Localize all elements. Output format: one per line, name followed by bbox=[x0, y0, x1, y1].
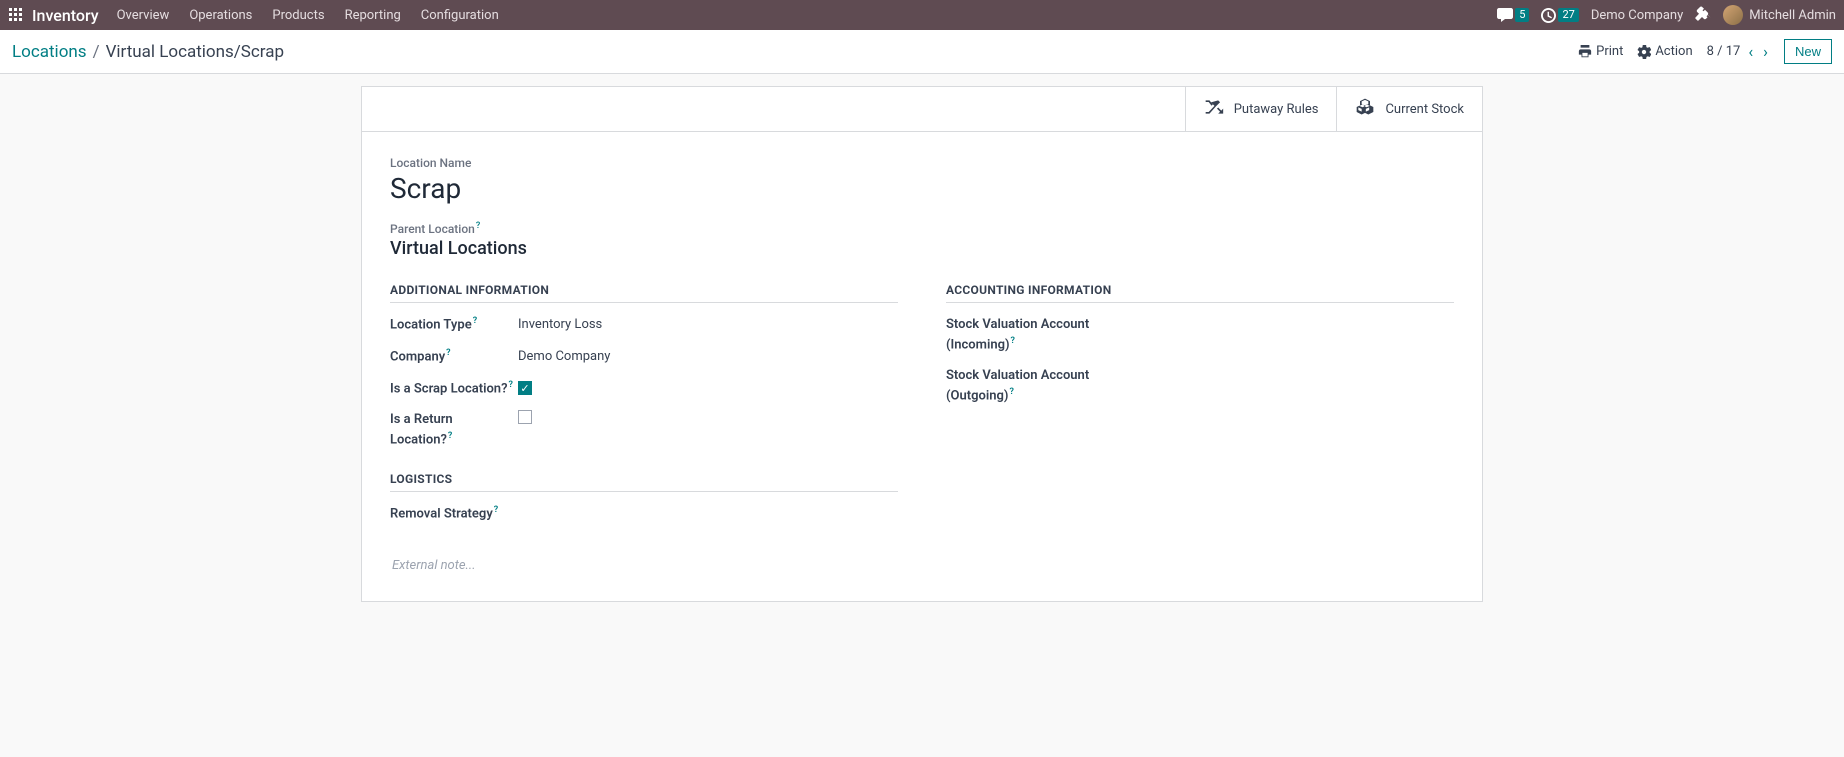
parent-label: Parent Location? bbox=[390, 221, 1454, 236]
right-column: ACCOUNTING INFORMATION Stock Valuation A… bbox=[946, 283, 1454, 536]
apps-icon[interactable] bbox=[8, 7, 24, 23]
valuation-in-label: Stock Valuation Account (Incoming)? bbox=[946, 315, 1156, 354]
field-removal-strategy: Removal Strategy? bbox=[390, 504, 898, 524]
breadcrumb-separator: / bbox=[93, 42, 100, 62]
form-body: Location Name Scrap Parent Location? Vir… bbox=[362, 132, 1482, 601]
left-column: ADDITIONAL INFORMATION Location Type? In… bbox=[390, 283, 898, 536]
pager-text[interactable]: 8 / 17 bbox=[1707, 44, 1741, 59]
form-columns: ADDITIONAL INFORMATION Location Type? In… bbox=[390, 283, 1454, 536]
help-icon[interactable]: ? bbox=[448, 431, 452, 441]
name-label: Location Name bbox=[390, 156, 1454, 170]
company-switcher[interactable]: Demo Company bbox=[1591, 8, 1683, 23]
nav-reporting[interactable]: Reporting bbox=[345, 8, 401, 23]
valuation-out-label: Stock Valuation Account (Outgoing)? bbox=[946, 366, 1156, 405]
breadcrumb: Locations / Virtual Locations/Scrap bbox=[12, 42, 284, 62]
help-icon[interactable]: ? bbox=[473, 316, 477, 326]
activities-button[interactable]: 27 bbox=[1541, 8, 1578, 23]
nav-menu: Overview Operations Products Reporting C… bbox=[117, 8, 499, 23]
help-icon[interactable]: ? bbox=[494, 505, 498, 515]
action-label: Action bbox=[1655, 44, 1692, 59]
pager: 8 / 17 ‹ › bbox=[1707, 42, 1770, 61]
shuffle-icon bbox=[1204, 97, 1224, 121]
putaway-rules-button[interactable]: Putaway Rules bbox=[1185, 87, 1337, 131]
help-icon[interactable]: ? bbox=[1011, 336, 1015, 346]
help-icon[interactable]: ? bbox=[508, 380, 512, 390]
nav-configuration[interactable]: Configuration bbox=[421, 8, 499, 23]
return-checkbox[interactable] bbox=[518, 410, 532, 424]
stat-buttons: Putaway Rules Current Stock bbox=[362, 87, 1482, 132]
messages-count: 5 bbox=[1515, 8, 1529, 22]
user-name: Mitchell Admin bbox=[1749, 8, 1836, 23]
pager-prev[interactable]: ‹ bbox=[1746, 42, 1755, 61]
help-icon[interactable]: ? bbox=[446, 348, 450, 358]
external-note-field[interactable]: External note... bbox=[390, 554, 1454, 577]
topbar: Inventory Overview Operations Products R… bbox=[0, 0, 1844, 30]
location-type-value[interactable]: Inventory Loss bbox=[518, 315, 602, 335]
debug-icon[interactable] bbox=[1695, 5, 1711, 25]
section-accounting: ACCOUNTING INFORMATION bbox=[946, 283, 1454, 303]
nav-operations[interactable]: Operations bbox=[189, 8, 252, 23]
breadcrumb-current: Virtual Locations/Scrap bbox=[106, 42, 284, 62]
field-scrap: Is a Scrap Location?? bbox=[390, 379, 898, 399]
new-button[interactable]: New bbox=[1784, 39, 1832, 64]
avatar bbox=[1723, 5, 1743, 25]
main-content: Putaway Rules Current Stock Location Nam… bbox=[0, 74, 1844, 614]
section-additional: ADDITIONAL INFORMATION bbox=[390, 283, 898, 303]
control-panel: Locations / Virtual Locations/Scrap Prin… bbox=[0, 30, 1844, 74]
section-logistics: LOGISTICS bbox=[390, 472, 898, 492]
nav-products[interactable]: Products bbox=[272, 8, 324, 23]
return-label: Is a Return Location?? bbox=[390, 410, 518, 449]
parent-location-field[interactable]: Virtual Locations bbox=[390, 238, 1454, 259]
brand-name[interactable]: Inventory bbox=[32, 6, 99, 25]
company-label: Company? bbox=[390, 347, 518, 367]
nav-overview[interactable]: Overview bbox=[117, 8, 170, 23]
breadcrumb-parent[interactable]: Locations bbox=[12, 42, 87, 62]
activities-count: 27 bbox=[1558, 8, 1578, 22]
scrap-checkbox[interactable] bbox=[518, 381, 532, 395]
location-type-label: Location Type? bbox=[390, 315, 518, 335]
field-valuation-in: Stock Valuation Account (Incoming)? bbox=[946, 315, 1454, 354]
cubes-icon bbox=[1355, 97, 1375, 121]
location-name-field[interactable]: Scrap bbox=[390, 172, 1454, 205]
field-return: Is a Return Location?? bbox=[390, 410, 898, 449]
print-label: Print bbox=[1596, 44, 1623, 59]
action-button[interactable]: Action bbox=[1637, 44, 1692, 59]
pager-next[interactable]: › bbox=[1761, 42, 1770, 61]
field-location-type: Location Type? Inventory Loss bbox=[390, 315, 898, 335]
removal-label: Removal Strategy? bbox=[390, 504, 518, 524]
current-stock-label: Current Stock bbox=[1385, 102, 1464, 117]
current-stock-button[interactable]: Current Stock bbox=[1336, 87, 1482, 131]
putaway-label: Putaway Rules bbox=[1234, 102, 1319, 117]
toolbar-right: Print Action 8 / 17 ‹ › New bbox=[1578, 39, 1832, 64]
form-sheet: Putaway Rules Current Stock Location Nam… bbox=[361, 86, 1483, 602]
print-button[interactable]: Print bbox=[1578, 44, 1623, 59]
user-menu[interactable]: Mitchell Admin bbox=[1723, 5, 1836, 25]
field-valuation-out: Stock Valuation Account (Outgoing)? bbox=[946, 366, 1454, 405]
help-icon[interactable]: ? bbox=[476, 221, 480, 231]
messages-button[interactable]: 5 bbox=[1497, 8, 1529, 22]
company-value[interactable]: Demo Company bbox=[518, 347, 610, 367]
field-company: Company? Demo Company bbox=[390, 347, 898, 367]
help-icon[interactable]: ? bbox=[1009, 387, 1013, 397]
topbar-right: 5 27 Demo Company Mitchell Admin bbox=[1497, 5, 1836, 25]
scrap-label: Is a Scrap Location?? bbox=[390, 379, 518, 399]
